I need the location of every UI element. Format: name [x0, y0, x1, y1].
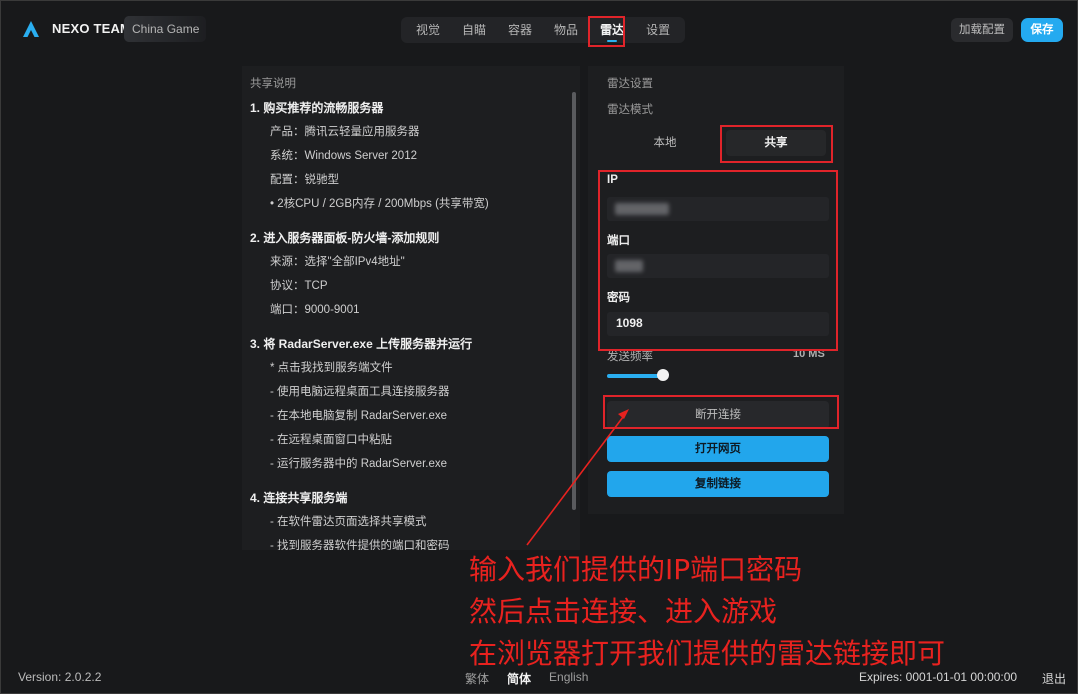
logout-button[interactable]: 退出: [1042, 670, 1066, 687]
radar-settings-title: 雷达设置: [607, 78, 653, 90]
save-button[interactable]: 保存: [1021, 18, 1063, 42]
annotation-line: 输入我们提供的IP端口密码: [469, 553, 803, 586]
radar-mode-label: 雷达模式: [607, 104, 653, 116]
guide-title: 共享说明: [250, 78, 296, 90]
guide-line: - 在软件雷达页面选择共享模式: [270, 516, 427, 528]
share-guide-panel: 共享说明 1. 购买推荐的流畅服务器 产品：腾讯云轻量应用服务器 系统：Wind…: [242, 66, 580, 550]
expires-label: Expires: 0001-01-01 00:00:00: [859, 670, 1018, 684]
guide-line: 端口：9000-9001: [270, 304, 360, 316]
tab-container[interactable]: 容器: [497, 17, 543, 43]
tab-aimbot[interactable]: 自瞄: [451, 17, 497, 43]
guide-step-heading: 2. 进入服务器面板-防火墙-添加规则: [250, 231, 440, 245]
guide-content: 1. 购买推荐的流畅服务器 产品：腾讯云轻量应用服务器 系统：Windows S…: [250, 100, 568, 550]
lang-traditional[interactable]: 繁体: [465, 670, 489, 687]
annotation-line: 在浏览器打开我们提供的雷达链接即可: [469, 637, 946, 670]
guide-line: - 在本地电脑复制 RadarServer.exe: [270, 410, 448, 422]
lang-simplified[interactable]: 简体: [507, 670, 531, 687]
guide-step-heading: 3. 将 RadarServer.exe 上传服务器并运行: [250, 337, 473, 351]
guide-line: - 在远程桌面窗口中粘贴: [270, 434, 393, 446]
send-frequency-slider-handle[interactable]: [657, 369, 669, 381]
mode-local-option[interactable]: 本地: [628, 130, 702, 156]
tab-visual[interactable]: 视觉: [405, 17, 451, 43]
nexo-logo-icon: [23, 21, 39, 37]
guide-line: - 运行服务器中的 RadarServer.exe: [270, 458, 448, 470]
annotation-line: 然后点击连接、进入游戏: [469, 595, 778, 628]
top-bar: NEXO TEAM China Game 视觉 自瞄 容器 物品 雷达 设置 加…: [0, 0, 1078, 60]
guide-line: 系统：Windows Server 2012: [270, 150, 417, 162]
connection-fields-highlight-box: [598, 170, 838, 351]
radar-tab-highlight-box: [588, 16, 625, 47]
guide-line: 协议：TCP: [270, 280, 328, 292]
version-label: Version: 2.0.2.2: [18, 670, 102, 684]
copy-link-button[interactable]: 复制链接: [607, 471, 829, 497]
language-switcher: 繁体 简体 English: [465, 670, 588, 687]
tab-items[interactable]: 物品: [543, 17, 589, 43]
guide-scrollbar[interactable]: [572, 92, 576, 510]
brand-name: NEXO TEAM: [52, 21, 132, 36]
guide-line: • 2核CPU / 2GB内存 / 200Mbps (共享带宽): [270, 198, 489, 210]
send-frequency-slider-fill[interactable]: [607, 374, 663, 378]
guide-line: 来源：选择"全部IPv4地址": [270, 256, 405, 268]
guide-step-heading: 4. 连接共享服务端: [250, 491, 348, 505]
guide-line: 产品：腾讯云轻量应用服务器: [270, 126, 420, 138]
game-selector[interactable]: China Game: [124, 16, 206, 42]
guide-line: 配置：锐驰型: [270, 174, 339, 186]
find-server-file-link[interactable]: * 点击我找到服务端文件: [250, 360, 568, 384]
main-tabs: 视觉 自瞄 容器 物品 雷达 设置: [401, 17, 686, 43]
share-mode-highlight-box: [720, 125, 833, 163]
tab-settings[interactable]: 设置: [635, 17, 681, 43]
guide-line: - 使用电脑远程桌面工具连接服务器: [270, 386, 450, 398]
lang-english[interactable]: English: [549, 670, 588, 687]
load-config-button[interactable]: 加载配置: [951, 18, 1013, 42]
disconnect-highlight-box: [603, 395, 839, 429]
open-web-button[interactable]: 打开网页: [607, 436, 829, 462]
guide-step-heading: 1. 购买推荐的流畅服务器: [250, 101, 384, 115]
